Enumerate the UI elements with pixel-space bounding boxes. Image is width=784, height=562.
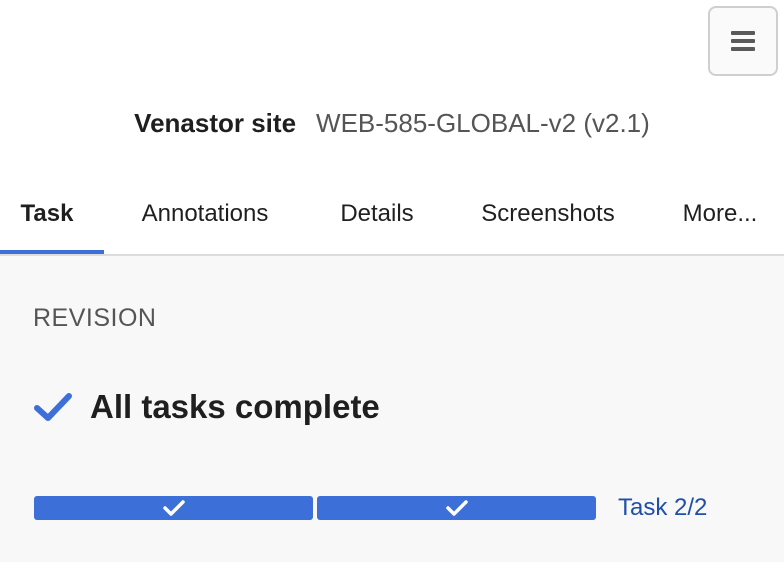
site-name: Venastor site [134, 108, 297, 138]
hamburger-menu-icon [731, 31, 755, 51]
segment-check-icon [162, 500, 185, 516]
tab-details[interactable]: Details [332, 186, 422, 254]
menu-button[interactable] [708, 6, 778, 76]
site-title: Venastor site WEB-585-GLOBAL-v2 (v2.1) [0, 108, 784, 139]
task-count-link[interactable]: Task 2/2 [618, 495, 707, 521]
status-row: All tasks complete [34, 388, 380, 426]
tab-task[interactable]: Task [0, 186, 94, 254]
task-progress: Task 2/2 [34, 495, 764, 521]
segment-check-icon [445, 500, 468, 516]
progress-segment [317, 496, 596, 520]
tab-screenshots[interactable]: Screenshots [474, 186, 622, 254]
task-panel: Venastor site WEB-585-GLOBAL-v2 (v2.1) T… [0, 0, 784, 562]
revision-section: REVISION All tasks complete Task 2/2 [0, 256, 784, 562]
tab-more[interactable]: More... [674, 186, 766, 254]
tab-annotations[interactable]: Annotations [130, 186, 280, 254]
checkmark-icon [34, 393, 72, 421]
status-text: All tasks complete [90, 388, 380, 425]
section-label: REVISION [33, 304, 157, 332]
progress-segment [34, 496, 313, 520]
header: Venastor site WEB-585-GLOBAL-v2 (v2.1) T… [0, 0, 784, 254]
tab-bar: Task Annotations Details Screenshots Mor… [0, 186, 784, 254]
site-version: WEB-585-GLOBAL-v2 (v2.1) [316, 108, 650, 138]
